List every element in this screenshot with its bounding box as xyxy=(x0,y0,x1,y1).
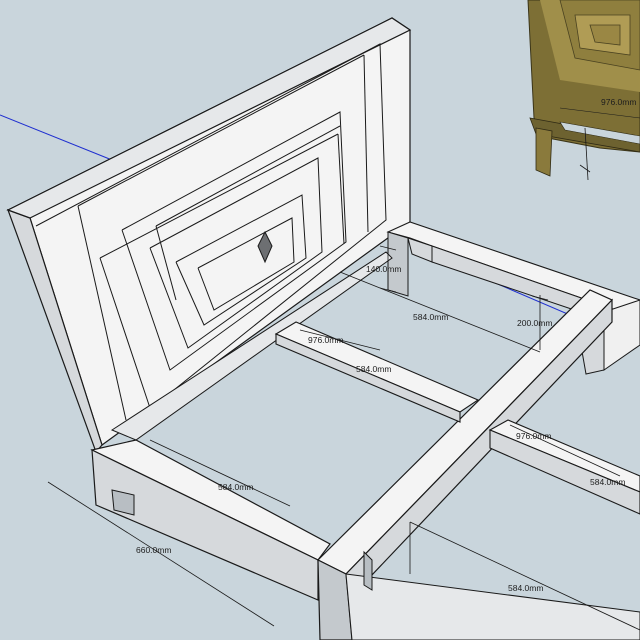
dim-label-slat-spacing-right: 584.0mm xyxy=(590,477,625,487)
dim-label-rail-gap: 584.0mm xyxy=(413,312,448,322)
dim-label-inset-width: 976.0mm xyxy=(601,97,636,107)
dim-label-side-rail-span: 584.0mm xyxy=(218,482,253,492)
dim-label-slat-length-a: 976.0mm xyxy=(308,335,343,345)
dim-label-rail-drop: 200.0mm xyxy=(517,318,552,328)
dim-label-headboard-leg: 140.0mm xyxy=(366,264,401,274)
dim-label-slat-length-b: 976.0mm xyxy=(516,431,551,441)
dim-label-side-rail-length: 660.0mm xyxy=(136,545,171,555)
dim-label-lower-span: 584.0mm xyxy=(508,583,543,593)
sketchup-model-viewport[interactable]: 140.0mm 584.0mm 200.0mm 976.0mm 584.0mm … xyxy=(0,0,640,640)
dim-label-slat-spacing-a: 584.0mm xyxy=(356,364,391,374)
